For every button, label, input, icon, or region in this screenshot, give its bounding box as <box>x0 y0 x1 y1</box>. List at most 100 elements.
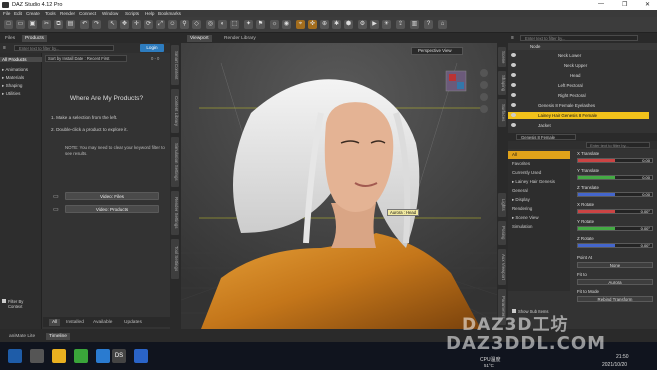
category-all-products[interactable]: All Products <box>0 57 42 62</box>
video-files-button[interactable]: Video: Files <box>65 192 159 200</box>
vtab-tool-settings[interactable]: Tool Settings <box>171 239 179 279</box>
menu-help[interactable]: Help <box>145 11 154 16</box>
open-icon[interactable]: ▭ <box>16 20 25 29</box>
vtab-scene[interactable]: Scene <box>498 47 506 67</box>
parameter-group-item[interactable]: All <box>508 151 570 159</box>
help-icon[interactable]: ? <box>424 20 433 29</box>
vtab-content-library[interactable]: Content Library <box>171 89 179 133</box>
product-search-input[interactable]: Enter text to filter by... <box>14 45 114 51</box>
parameter-group-item[interactable]: Favorites <box>508 160 570 168</box>
region-icon[interactable]: ⬚ <box>230 20 239 29</box>
null-icon[interactable]: ⊕ <box>320 20 329 29</box>
undo-icon[interactable]: ↶ <box>80 20 89 29</box>
active-pose-icon[interactable]: ☺ <box>168 20 177 29</box>
scene-node[interactable]: Lainey Hair Genesis 8 Female <box>508 112 649 119</box>
pin-icon[interactable]: ⚑ <box>256 20 265 29</box>
tab-render-library[interactable]: Render Library <box>221 35 259 42</box>
parameters-search-input[interactable]: Enter text to filter by... <box>586 142 650 148</box>
camera-icon[interactable]: ✜ <box>308 20 317 29</box>
parameter-group-item[interactable]: Currently Used <box>508 169 570 177</box>
layout-icon[interactable]: ⌂ <box>438 20 447 29</box>
vtab-smart-content[interactable]: Smart Content <box>171 45 179 85</box>
scene-canvas[interactable] <box>181 43 497 329</box>
scene-node[interactable]: Head <box>508 72 649 79</box>
view-cube[interactable] <box>445 70 467 92</box>
tab-available[interactable]: Available <box>90 319 115 326</box>
parameter-slider[interactable]: 0.00 <box>577 192 653 197</box>
visibility-eye-icon[interactable] <box>511 63 516 67</box>
app-icon[interactable] <box>134 349 148 363</box>
hamburger-icon[interactable]: ≡ <box>511 35 514 41</box>
point-at-value[interactable]: None <box>577 262 653 268</box>
menu-bookmarks[interactable]: Bookmarks <box>158 11 181 16</box>
maximize-button[interactable]: ❐ <box>622 1 627 8</box>
universal-tool-icon[interactable]: ✥ <box>120 20 129 29</box>
render-library-icon[interactable]: ▥ <box>410 20 419 29</box>
rotate-icon[interactable]: ⟳ <box>144 20 153 29</box>
viewport[interactable]: Viewport Render Library Perspective View… <box>181 33 497 329</box>
menu-tools[interactable]: Tools <box>45 11 56 16</box>
visibility-eye-icon[interactable] <box>511 83 516 87</box>
spotlight-icon[interactable]: ☼ <box>270 20 279 29</box>
translate-icon[interactable]: ✛ <box>132 20 141 29</box>
scene-node[interactable]: Genesis 8 Female Eyelashes <box>508 102 649 109</box>
copy-icon[interactable]: ⧉ <box>54 20 63 29</box>
paste-icon[interactable]: ▤ <box>66 20 75 29</box>
menu-connect[interactable]: Connect <box>79 11 96 16</box>
category-utilities[interactable]: ▸ Utilities <box>2 91 20 97</box>
close-button[interactable]: ✕ <box>645 1 650 8</box>
parameter-slider[interactable]: 0.00° <box>577 226 653 231</box>
fit-mode-value[interactable]: Rebind Transform <box>577 296 653 302</box>
visibility-eye-icon[interactable] <box>511 53 516 57</box>
parameter-slider[interactable]: 0.00° <box>577 243 653 248</box>
parameter-group-item[interactable]: ▸ Scene View <box>508 214 570 222</box>
geometry-editor-icon[interactable]: ◇ <box>192 20 201 29</box>
tab-files[interactable]: Files <box>2 35 18 42</box>
explorer-icon[interactable] <box>52 349 66 363</box>
joint-editor-icon[interactable]: ⚲ <box>180 20 189 29</box>
tab-products[interactable]: Products <box>22 35 47 42</box>
primitive-icon[interactable]: ⬢ <box>344 20 353 29</box>
new-scene-icon[interactable]: □ <box>4 20 13 29</box>
category-materials[interactable]: ▸ Materials <box>2 75 24 81</box>
spot-render-icon[interactable]: ◐ <box>218 20 227 29</box>
start-icon[interactable] <box>8 349 22 363</box>
scene-node[interactable]: Left Pectoral <box>508 82 649 89</box>
browser-icon[interactable] <box>74 349 88 363</box>
menu-scripts[interactable]: Scripts <box>125 11 139 16</box>
export-icon[interactable]: ⇪ <box>396 20 405 29</box>
vtab-simulation-settings[interactable]: Simulation Settings <box>171 137 179 187</box>
save-icon[interactable]: ▣ <box>28 20 37 29</box>
vtab-shaping[interactable]: Shaping <box>498 71 506 95</box>
visibility-eye-icon[interactable] <box>511 123 516 127</box>
scene-node[interactable]: Neck Upper <box>508 62 649 69</box>
tab-installed[interactable]: Installed <box>63 319 87 326</box>
scale-icon[interactable]: ⤢ <box>156 20 165 29</box>
visibility-eye-icon[interactable] <box>511 113 516 117</box>
cut-icon[interactable]: ✂ <box>42 20 51 29</box>
menu-window[interactable]: Window <box>102 11 118 16</box>
scene-node[interactable]: Neck Lower <box>508 52 649 59</box>
category-shaping[interactable]: ▸ Shaping <box>2 83 22 89</box>
vtab-lights[interactable]: Lights <box>498 193 506 217</box>
visibility-eye-icon[interactable] <box>511 73 516 77</box>
camera-create-icon[interactable]: ◉ <box>282 20 291 29</box>
scene-node[interactable]: Jacket <box>508 122 649 129</box>
surface-selection-icon[interactable]: ◎ <box>206 20 215 29</box>
tab-all[interactable]: All <box>49 319 61 326</box>
parameter-slider[interactable]: 0.00° <box>577 209 653 214</box>
visibility-eye-icon[interactable] <box>511 93 516 97</box>
transform-icon[interactable]: ✦ <box>244 20 253 29</box>
menu-render[interactable]: Render <box>60 11 75 16</box>
camera-dropdown[interactable]: Perspective View <box>411 47 463 55</box>
category-animations[interactable]: ▸ Animations <box>2 67 28 73</box>
login-button[interactable]: Login <box>140 44 164 52</box>
render-settings-icon[interactable]: ⚙ <box>358 20 367 29</box>
iray-icon[interactable]: ☀ <box>382 20 391 29</box>
hamburger-icon[interactable]: ≡ <box>3 45 6 51</box>
parameter-slider[interactable]: 0.00 <box>577 175 653 180</box>
search-icon[interactable] <box>30 349 44 363</box>
tab-updates[interactable]: Updates <box>121 319 145 326</box>
tab-viewport[interactable]: Viewport <box>187 35 212 42</box>
figure-selector[interactable]: Genesis 8 Female <box>516 134 576 140</box>
